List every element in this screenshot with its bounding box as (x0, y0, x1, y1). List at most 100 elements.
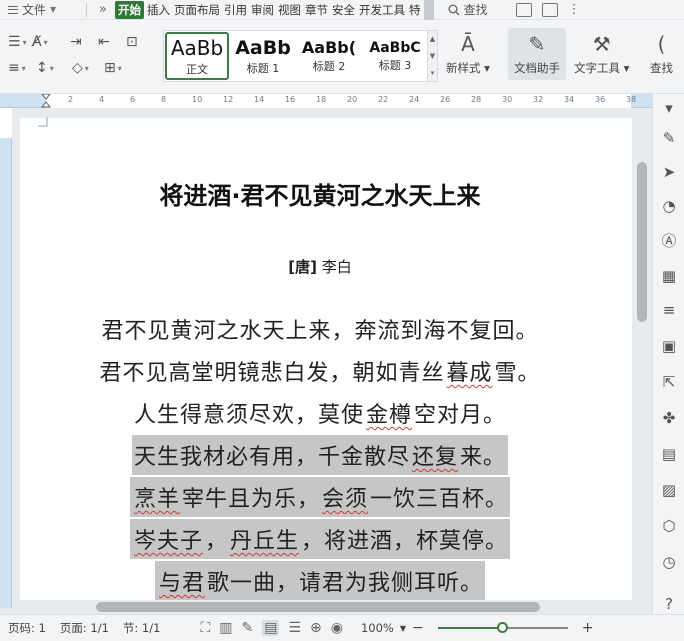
table-icon[interactable]: ▦ (659, 266, 679, 286)
zoom-slider-knob[interactable] (496, 622, 508, 633)
text-tools-button[interactable]: ⚒ 文字工具 ▾ (574, 32, 629, 76)
archive-icon[interactable]: ▤ (659, 444, 679, 464)
vertical-scroll-thumb[interactable] (637, 162, 647, 322)
style-heading-3[interactable]: AaBbC 标题 3 (362, 31, 428, 81)
tab-special[interactable]: 特 (408, 2, 422, 18)
tab-overflow-button[interactable] (423, 0, 434, 20)
tab-references[interactable]: 引用 (223, 2, 248, 18)
outline-view-icon[interactable]: ☰ (288, 620, 301, 636)
tab-view[interactable]: 视图 (277, 2, 302, 18)
shapes-icon[interactable]: ◔ (659, 196, 679, 216)
border-icon: ⊞ (104, 60, 116, 76)
document-area[interactable]: 将进酒·君不见黄河之水天上来 [唐] 李白 君不见黄河之水天上来，奔流到海不复回… (12, 108, 634, 600)
page-view-icon[interactable]: ▤ (262, 620, 280, 636)
poem-line-text[interactable]: 人生得意须尽欢，莫使金樽空对月。 (132, 393, 508, 433)
web-view-icon[interactable]: ⊕ (310, 620, 322, 636)
poem-line-text[interactable]: 岑夫子，丹丘生，将进酒，杯莫停。 (129, 519, 511, 559)
poem-author: 李白 (321, 258, 352, 276)
export-icon[interactable]: ⇱ (659, 372, 679, 392)
indent-button[interactable]: ⇥ (70, 34, 82, 50)
zoom-slider[interactable] (437, 622, 568, 633)
style-heading-1-label: 标题 1 (246, 61, 280, 75)
style-normal[interactable]: AaBb 正文 (165, 32, 229, 80)
tab-security[interactable]: 安全 (331, 2, 356, 18)
search-button[interactable]: 查找 (448, 1, 488, 18)
doc-assistant-button[interactable]: ✎ 文档助手 (508, 28, 566, 80)
vertical-ruler[interactable] (0, 108, 12, 608)
border-button[interactable]: ⊞ ▾ (104, 60, 122, 76)
chevron-up-icon: ▲ (429, 35, 436, 44)
pen-icon[interactable]: ✎ (659, 128, 679, 148)
cursor-icon[interactable]: ➤ (659, 162, 679, 182)
file-menu-label: 文件 (22, 3, 47, 17)
tab-review[interactable]: 审阅 (250, 2, 275, 18)
eye-protection-icon[interactable]: ◉ (331, 620, 343, 636)
help-icon[interactable]: ? (659, 594, 679, 614)
horizontal-scroll-thumb[interactable] (96, 602, 540, 612)
section-count[interactable]: 节: 1/1 (123, 620, 161, 636)
poem-author-line: [唐] 李白 (20, 256, 620, 277)
new-style-button[interactable]: Ā 新样式 ▾ (446, 32, 490, 76)
style-gallery-scroll[interactable]: ▲ ▼ ▾ (427, 31, 437, 81)
horizontal-scrollbar[interactable] (12, 600, 652, 614)
indent-marker-icon[interactable] (41, 94, 51, 108)
menu-bar: 文件 ▼ » 开始 插入 页面布局 引用 审阅 视图 章节 安全 开发工具 特 … (0, 0, 684, 20)
find-button[interactable]: ( 查找 (650, 32, 673, 76)
poem-line-text[interactable]: 君不见高堂明镜悲白发，朝如青丝暮成雪。 (97, 351, 542, 391)
zoom-level[interactable]: 100% (361, 621, 394, 635)
gallery-icon[interactable]: ▣ (659, 336, 679, 356)
ruler-tick: 34 (564, 95, 575, 104)
style-heading-3-sample: AaBbC (369, 39, 421, 56)
more-options-icon[interactable]: ⋮ (568, 2, 581, 17)
text-effect-icon[interactable]: Ⓐ (659, 230, 679, 250)
poem-body: 君不见黄河之水天上来，奔流到海不复回。 君不见高堂明镜悲白发，朝如青丝暮成雪。 人生… (20, 308, 620, 600)
adjust-icon[interactable]: ≡ (659, 300, 679, 320)
style-heading-1-sample: AaBb (235, 36, 291, 59)
style-heading-2-label: 标题 2 (312, 60, 346, 73)
tab-home[interactable]: 开始 (115, 0, 144, 19)
more-tabs-button[interactable]: » (91, 2, 115, 17)
poem-line-text[interactable]: 君不见黄河之水天上来，奔流到海不复回。 (99, 309, 540, 349)
read-mode-icon[interactable]: ▥ (219, 620, 232, 636)
poem-line: 烹羊宰牛且为乐，会须一饮三百杯。 (20, 476, 620, 518)
file-menu-button[interactable]: 文件 ▼ (0, 1, 82, 18)
write-mode-icon[interactable]: ✎ (242, 620, 254, 636)
vertical-scrollbar[interactable] (634, 108, 652, 600)
poem-line-text[interactable]: 烹羊宰牛且为乐，会须一饮三百杯。 (129, 477, 511, 517)
share-icon[interactable] (515, 2, 532, 17)
horizontal-ruler[interactable]: 2 4 6 8 10 12 14 16 18 20 22 24 26 28 30 32 34 36 38 (0, 94, 652, 108)
tab-insert[interactable]: 插入 (146, 2, 171, 18)
shield-icon[interactable]: ⬡ (659, 516, 679, 536)
align-button[interactable]: ≡ ▾ (8, 60, 26, 76)
poem-line-text[interactable]: 天生我材必有用，千金散尽还复来。 (131, 435, 509, 475)
poem-line: 人生得意须尽欢，莫使金樽空对月。 (20, 392, 620, 434)
chevron-down-icon[interactable]: ▼ (400, 624, 406, 633)
line-spacing-button[interactable]: ↕ ▾ (36, 60, 54, 76)
sync-icon[interactable] (541, 2, 558, 17)
tab-page-layout[interactable]: 页面布局 (173, 2, 221, 18)
style-heading-2[interactable]: AaBb( 标题 2 (296, 31, 362, 81)
style-heading-1[interactable]: AaBb 标题 1 (230, 31, 296, 81)
tab-developer[interactable]: 开发工具 (358, 2, 406, 18)
collapse-icon[interactable]: ▾ (659, 98, 679, 118)
history-icon[interactable]: ◷ (659, 552, 679, 572)
show-marks-button[interactable]: ⊡ (126, 34, 138, 50)
zoom-out-button[interactable]: − (412, 620, 424, 636)
clear-format-button[interactable]: A̸ ▾ (32, 34, 48, 50)
style-heading-2-sample: AaBb( (301, 38, 357, 57)
poem-line-text[interactable]: 与君歌一曲，请君为我侧耳听。 (154, 561, 486, 600)
outdent-button[interactable]: ⇤ (98, 34, 110, 50)
new-style-label: 新样式 ▾ (446, 61, 490, 75)
zoom-in-button[interactable]: + (582, 620, 594, 636)
document-page[interactable]: 将进酒·君不见黄河之水天上来 [唐] 李白 君不见黄河之水天上来，奔流到海不复回… (20, 117, 632, 600)
page-code[interactable]: 页码: 1 (8, 620, 46, 636)
fullscreen-icon[interactable]: ⛶ (200, 620, 210, 636)
tab-sections[interactable]: 章节 (304, 2, 329, 18)
image-icon[interactable]: ▨ (659, 480, 679, 500)
right-sidebar: ▾ ✎ ➤ ◔ Ⓐ ▦ ≡ ▣ ⇱ ✤ ▤ ▨ ⬡ ◷ ? (652, 94, 684, 614)
ruler-tick: 10 (192, 95, 203, 104)
page-count[interactable]: 页面: 1/1 (60, 620, 109, 636)
bullet-list-button[interactable]: ☰ ▾ (8, 34, 27, 50)
apps-icon[interactable]: ✤ (659, 408, 679, 428)
shading-button[interactable]: ◇ ▾ (72, 60, 89, 76)
